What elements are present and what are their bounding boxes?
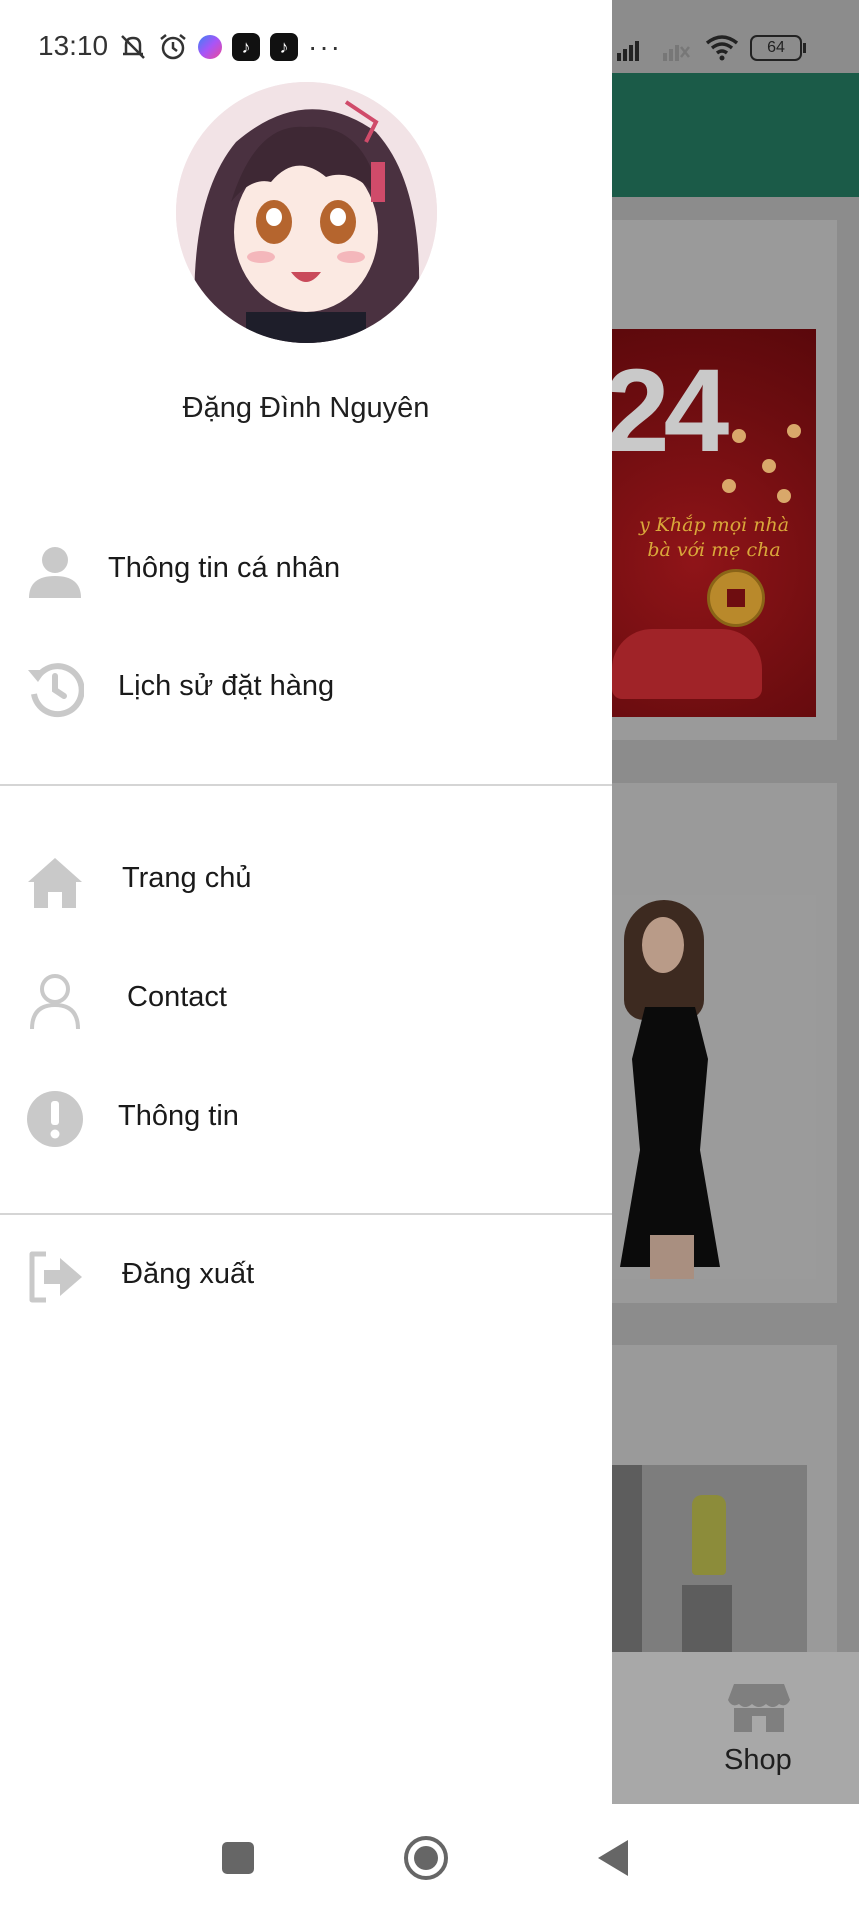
menu-item-home[interactable]: Trang chủ [0, 830, 612, 930]
mute-bell-icon [121, 35, 145, 59]
info-icon [27, 1091, 83, 1147]
logout-icon [29, 1251, 82, 1303]
back-button[interactable] [590, 1834, 638, 1882]
menu-item-info[interactable]: Thông tin [0, 1068, 612, 1168]
banner-year: 24 [612, 345, 729, 477]
product-image [612, 1465, 807, 1653]
home-icon [28, 858, 82, 908]
status-icons-left: ♪ ♪ ··· [118, 30, 342, 64]
menu-item-contact[interactable]: Contact [0, 949, 612, 1049]
status-icons-right: 64 [612, 28, 806, 68]
avatar[interactable] [176, 82, 437, 343]
wifi-icon [705, 35, 739, 61]
divider [0, 784, 612, 786]
menu-item-order-history[interactable]: Lịch sử đặt hàng [0, 638, 612, 738]
coin-icon [707, 569, 765, 627]
menu-item-label: Contact [127, 981, 227, 1013]
menu-item-label: Thông tin cá nhân [108, 552, 341, 584]
menu-item-label: Lịch sử đặt hàng [118, 670, 335, 702]
person-icon [29, 547, 81, 598]
menu-item-label: Thông tin [118, 1100, 239, 1132]
user-name: Đặng Đình Nguyên [182, 392, 430, 424]
system-nav-bar [0, 1804, 859, 1908]
menu-item-label: Trang chủ [122, 862, 252, 894]
home-button[interactable] [402, 1834, 450, 1882]
status-time: 13:10 [38, 30, 109, 61]
banner-decoration [612, 629, 762, 699]
logout-button[interactable]: Đăng xuất [0, 1226, 612, 1326]
divider [0, 1213, 612, 1215]
banner-text: y Khắp mọi nhà bà với mẹ cha [638, 514, 790, 561]
alarm-icon [160, 34, 186, 60]
signal-off-icon [663, 45, 690, 61]
shop-icon[interactable] [726, 1680, 792, 1734]
signal-icon [617, 41, 639, 61]
navigation-drawer: 13:10 ♪ ♪ ··· Đặng Đình Nguyên Thông tin… [0, 0, 612, 1804]
promo-banner: 24 y Khắp mọi nhà bà với mẹ cha [612, 329, 816, 717]
recent-apps-button[interactable] [214, 1834, 262, 1882]
product-image [612, 895, 816, 1279]
shop-tab-label[interactable]: Shop [724, 1744, 792, 1777]
tiktok-icon: ♪ [270, 33, 298, 61]
contact-icon [30, 974, 80, 1029]
menu-item-label: Đăng xuất [122, 1258, 255, 1290]
avatar-image [176, 82, 437, 343]
menu-item-profile[interactable]: Thông tin cá nhân [0, 520, 612, 620]
more-icon: ··· [308, 31, 342, 62]
battery-icon: 64 [750, 35, 806, 61]
tiktok-icon: ♪ [232, 33, 260, 61]
history-icon [28, 663, 84, 718]
app-header [612, 73, 859, 197]
messenger-icon [198, 35, 222, 59]
